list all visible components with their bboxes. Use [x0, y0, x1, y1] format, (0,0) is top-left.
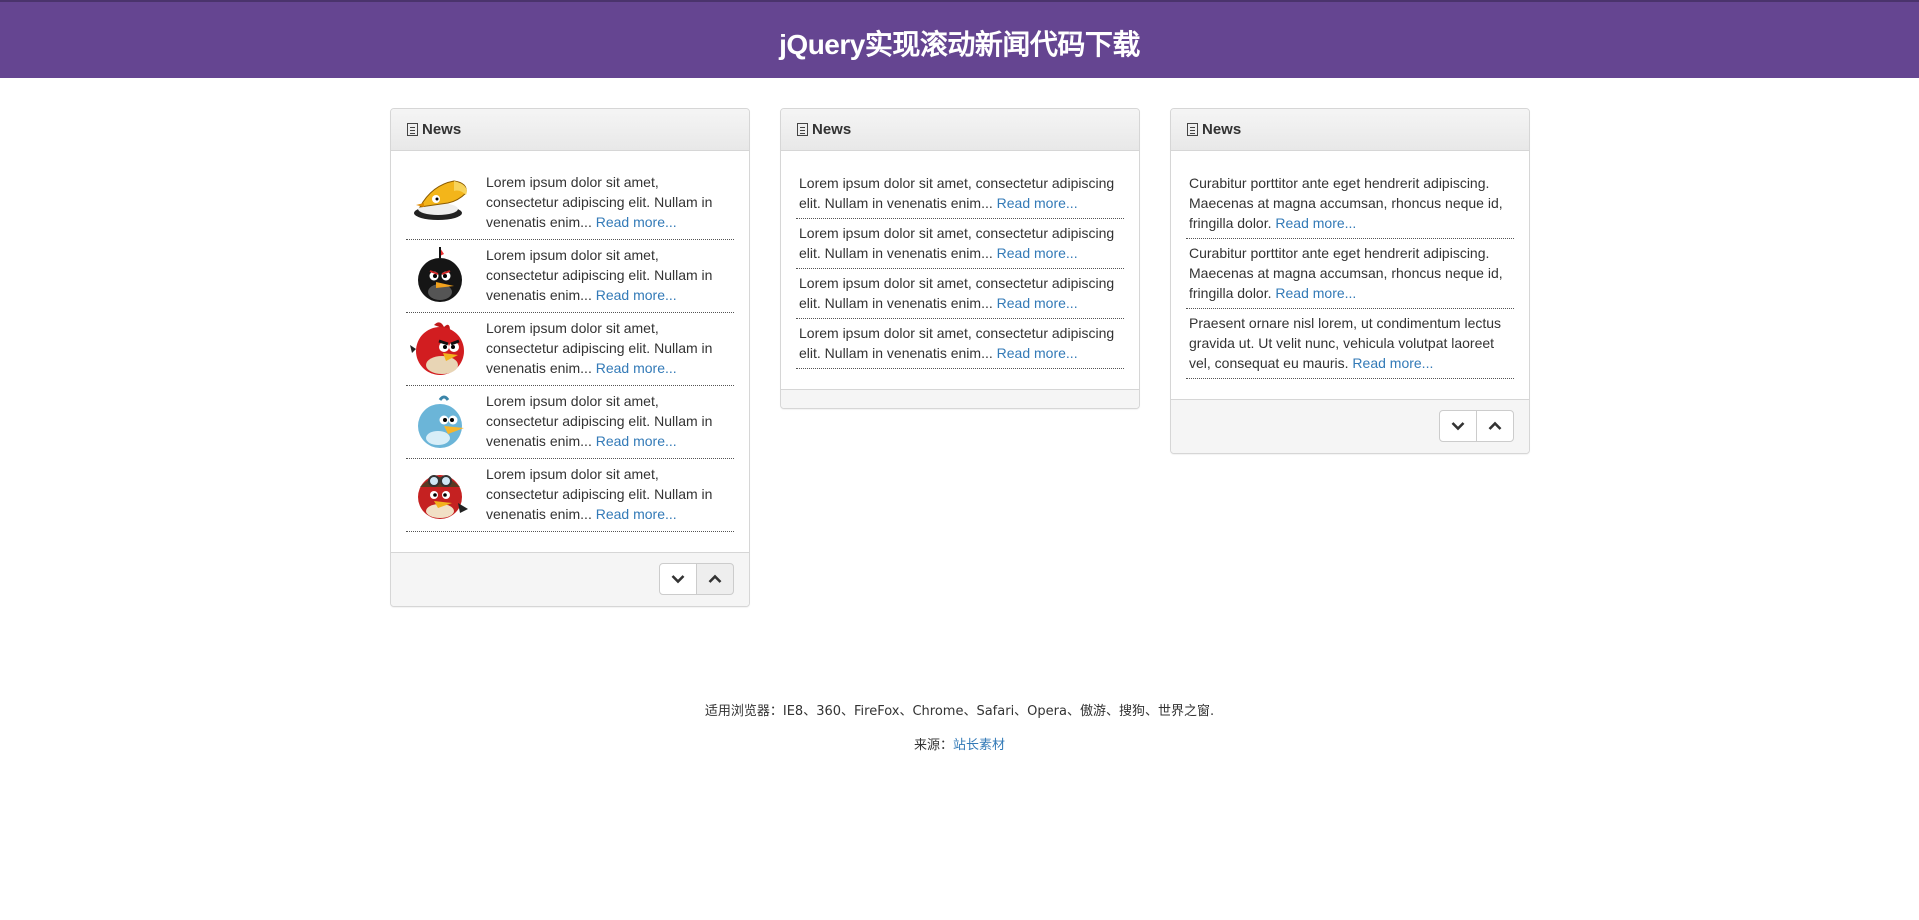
read-more-link[interactable]: Read more... — [997, 195, 1078, 211]
news-list-icon — [407, 123, 418, 136]
read-more-link[interactable]: Read more... — [596, 433, 677, 449]
news-item: Curabitur porttitor ante eget hendrerit … — [1186, 169, 1514, 239]
panel-title: News — [1202, 121, 1242, 138]
panel-heading: News — [1171, 109, 1529, 151]
panel-footer — [781, 389, 1139, 408]
source-label: 来源： — [913, 738, 953, 753]
news-item: Lorem ipsum dolor sit amet, consectetur … — [406, 240, 734, 313]
top-banner: jQuery实现滚动新闻代码下载 — [0, 0, 1919, 78]
read-more-link[interactable]: Read more... — [997, 345, 1078, 361]
chevron-up-icon — [708, 574, 722, 583]
browser-support-text: 适用浏览器：IE8、360、FireFox、Chrome、Safari、Oper… — [704, 704, 1215, 719]
source-link[interactable]: 站长素材 — [953, 738, 1005, 753]
news-list: Curabitur porttitor ante eget hendrerit … — [1171, 151, 1529, 399]
news-item: Lorem ipsum dolor sit amet, consectetur … — [406, 459, 734, 532]
read-more-link[interactable]: Read more... — [596, 214, 677, 230]
chevron-up-icon — [1488, 421, 1502, 430]
read-more-link[interactable]: Read more... — [997, 245, 1078, 261]
page-title: jQuery实现滚动新闻代码下载 — [779, 29, 1140, 60]
scroll-down-button[interactable] — [659, 563, 697, 595]
news-item: Lorem ipsum dolor sit amet, consectetur … — [796, 269, 1124, 319]
news-list-icon — [1187, 123, 1198, 136]
news-item: Lorem ipsum dolor sit amet, consectetur … — [406, 313, 734, 386]
panel-title: News — [812, 121, 852, 138]
news-panel-1: News Lorem ipsum dolor sit amet, consect… — [390, 108, 750, 607]
black-bird-icon — [418, 247, 462, 302]
red-bird-icon — [410, 322, 464, 375]
yellow-bird-icon — [414, 180, 467, 220]
scroll-controls — [391, 553, 749, 606]
chevron-down-icon — [671, 575, 685, 584]
news-item: Praesent ornare nisl lorem, ut condiment… — [1186, 309, 1514, 379]
read-more-link[interactable]: Read more... — [1275, 215, 1356, 231]
news-item: Lorem ipsum dolor sit amet, consectetur … — [796, 219, 1124, 269]
scroll-up-button[interactable] — [1476, 410, 1514, 442]
panel-footer — [1171, 399, 1529, 453]
news-item: Lorem ipsum dolor sit amet, consectetur … — [406, 167, 734, 240]
read-more-link[interactable]: Read more... — [1352, 355, 1433, 371]
scroll-up-button[interactable] — [696, 563, 734, 595]
news-panel-2: News Lorem ipsum dolor sit amet, consect… — [780, 108, 1140, 409]
scroll-down-button[interactable] — [1439, 410, 1477, 442]
panel-footer — [391, 552, 749, 606]
news-item: Lorem ipsum dolor sit amet, consectetur … — [406, 386, 734, 459]
news-item-text: Praesent ornare nisl lorem, ut condiment… — [1189, 315, 1502, 371]
news-panel-3: News Curabitur porttitor ante eget hendr… — [1170, 108, 1530, 454]
panel-heading: News — [391, 109, 749, 151]
source-line: 来源：站长素材 — [0, 734, 1919, 753]
read-more-link[interactable]: Read more... — [1275, 285, 1356, 301]
panel-title: News — [422, 121, 462, 138]
panel-heading: News — [781, 109, 1139, 151]
read-more-link[interactable]: Read more... — [997, 295, 1078, 311]
read-more-link[interactable]: Read more... — [596, 360, 677, 376]
read-more-link[interactable]: Read more... — [596, 287, 677, 303]
news-item: Lorem ipsum dolor sit amet, consectetur … — [796, 169, 1124, 219]
scroll-controls — [1171, 400, 1529, 453]
news-item: Lorem ipsum dolor sit amet, consectetur … — [796, 319, 1124, 369]
news-list: Lorem ipsum dolor sit amet, consectetur … — [391, 151, 749, 552]
news-list: Lorem ipsum dolor sit amet, consectetur … — [781, 151, 1139, 389]
news-item: Curabitur porttitor ante eget hendrerit … — [1186, 239, 1514, 309]
read-more-link[interactable]: Read more... — [596, 506, 677, 522]
blue-bird-icon — [418, 395, 464, 448]
chevron-down-icon — [1451, 422, 1465, 431]
aviator-bird-icon — [418, 475, 468, 519]
news-list-icon — [797, 123, 808, 136]
